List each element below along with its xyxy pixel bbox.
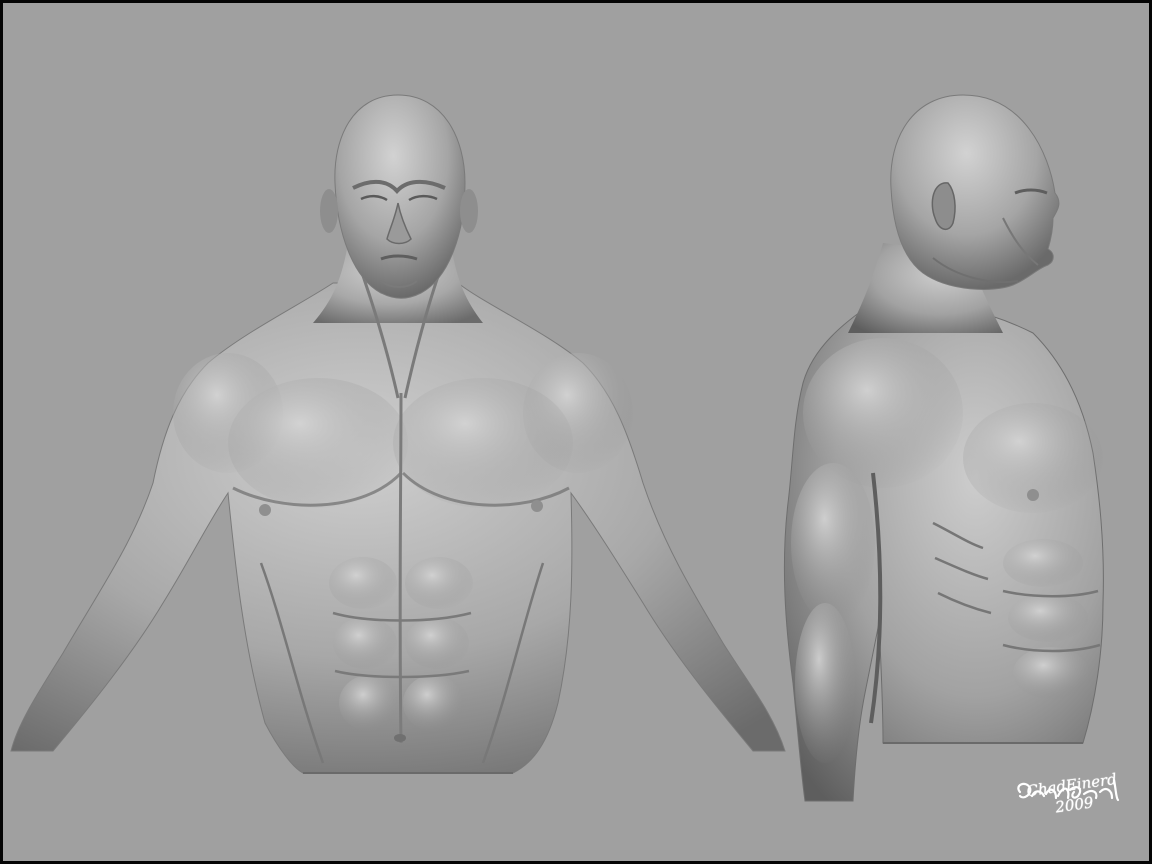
signature-logo (1017, 778, 1120, 802)
render-canvas (3, 3, 1149, 861)
